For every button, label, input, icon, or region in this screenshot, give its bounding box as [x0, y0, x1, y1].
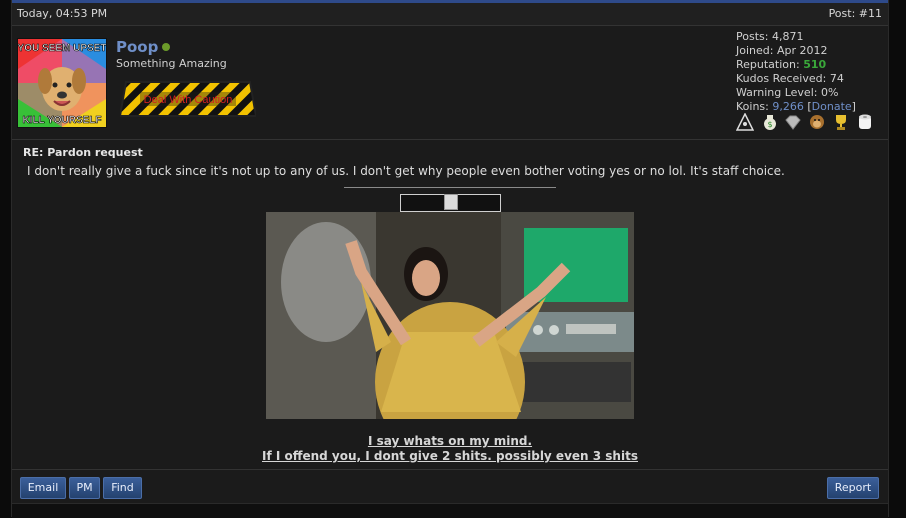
user-stats: Posts: 4,871 Joined: Apr 2012 Reputation… [736, 30, 856, 114]
username-link[interactable]: Poop [116, 38, 158, 56]
signature-line-1: I say whats on my mind. [367, 434, 533, 448]
find-button[interactable]: Find [103, 477, 142, 499]
diamond-icon[interactable] [784, 113, 802, 131]
money-bag-icon[interactable]: $ [760, 113, 778, 131]
rank-text: Deal With Caution [144, 94, 233, 106]
svg-text:$: $ [767, 120, 772, 129]
koins-value[interactable]: 9,266 [772, 100, 804, 113]
report-button[interactable]: Report [827, 477, 879, 499]
stat-kudos: Kudos Received: 74 [736, 72, 844, 85]
monkey-icon[interactable] [808, 113, 826, 131]
stat-warning: Warning Level: 0% [736, 86, 839, 99]
post-message: I don't really give a fuck since it's no… [27, 164, 785, 178]
next-post-strip [12, 503, 888, 518]
signature-text: I say whats on my mind. If I offend you,… [12, 434, 888, 464]
pm-button[interactable]: PM [69, 477, 100, 499]
rank-image: Deal With Caution [118, 74, 258, 124]
post-header: Today, 04:53 PM Post: #11 [12, 3, 888, 26]
post-number-link[interactable]: Post: #11 [829, 3, 882, 25]
user-title: Something Amazing [116, 57, 227, 70]
signature-divider [344, 187, 556, 188]
avatar-bottom-text: KILL YOURSELF [22, 115, 101, 126]
post-footer: Email PM Find Report [12, 469, 888, 503]
reputation-value[interactable]: 510 [803, 58, 826, 71]
stat-koins: Koins: 9,266 [Donate] [736, 100, 856, 113]
user-info-panel: YOU SEEM UPSET KILL YOURSELF Poop Someth… [12, 26, 888, 140]
donate-link[interactable]: Donate [812, 100, 852, 113]
post-subject: RE: Pardon request [23, 146, 143, 159]
post-body: RE: Pardon request I don't really give a… [12, 140, 888, 468]
posts-count[interactable]: 4,871 [772, 30, 804, 43]
forum-post: Today, 04:53 PM Post: #11 YOU SEEM UPSET… [11, 0, 889, 518]
email-button[interactable]: Email [20, 477, 66, 499]
stat-posts: Posts: 4,871 [736, 30, 804, 43]
avatar-top-text: YOU SEEM UPSET [18, 43, 106, 54]
broken-image-icon [444, 194, 458, 210]
stat-joined: Joined: Apr 2012 [736, 44, 828, 57]
broken-image-placeholder [400, 194, 501, 212]
stat-reputation: Reputation: 510 [736, 58, 827, 71]
toilet-paper-icon[interactable] [856, 113, 874, 131]
signature-line-2: If I offend you, I dont give 2 shits. po… [262, 449, 638, 463]
signature-gif-image [266, 212, 634, 419]
online-status-icon [162, 43, 170, 51]
illuminati-icon[interactable] [736, 113, 754, 131]
trophy-icon[interactable] [832, 113, 850, 131]
user-avatar[interactable]: YOU SEEM UPSET KILL YOURSELF [17, 38, 107, 128]
post-date: Today, 04:53 PM [17, 7, 108, 20]
